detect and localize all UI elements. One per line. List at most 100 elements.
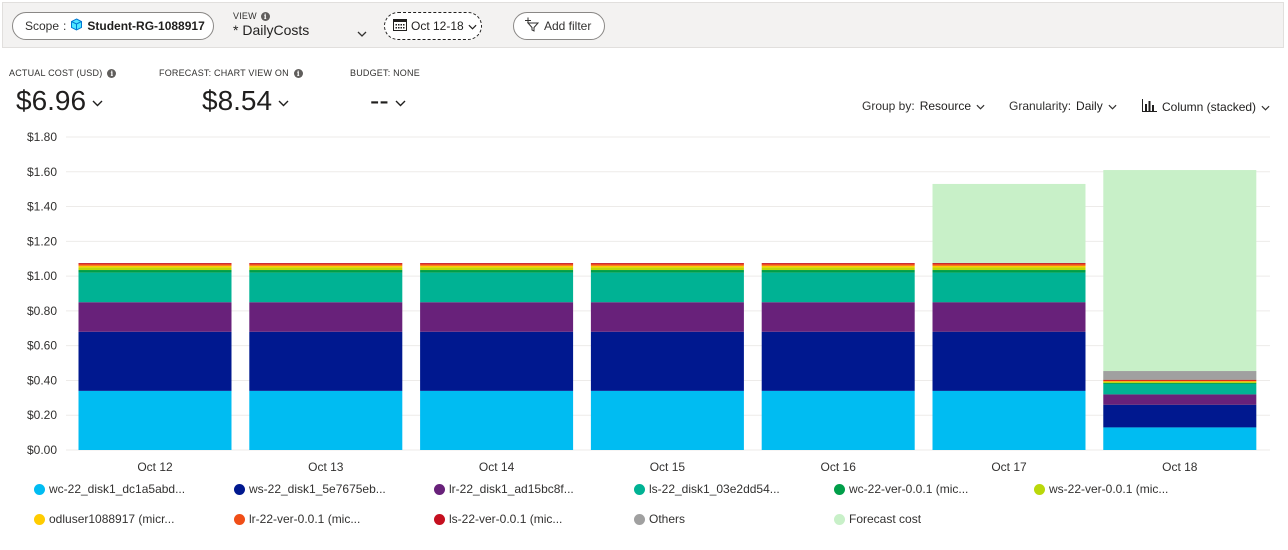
bar-segment[interactable] [78,267,232,271]
bar-segment[interactable] [932,265,1086,268]
bar-segment[interactable] [932,331,1086,391]
view-selector[interactable]: VIEW i * DailyCosts [233,11,369,43]
bar-segment[interactable] [1103,381,1257,382]
bar-segment[interactable] [590,390,744,450]
bar-segment[interactable] [420,267,574,271]
bar-segment[interactable] [78,331,232,391]
bar-segment[interactable] [590,270,744,273]
info-icon: i [107,68,117,78]
kpi-label: FORECAST: CHART VIEW ON [159,68,289,78]
bar-segment[interactable] [1103,394,1257,405]
bar-segment[interactable] [78,272,232,303]
forecast-kpi[interactable]: FORECAST: CHART VIEW ON i $8.54 [159,68,303,117]
legend-swatch [34,483,45,495]
legend-item[interactable]: Forecast cost [834,512,921,526]
legend-item[interactable]: ws-22-ver-0.0.1 (mic... [1034,482,1168,496]
bar-segment[interactable] [1103,380,1257,382]
group-by-label: Group by: [862,99,915,113]
legend-item[interactable]: wc-22-ver-0.0.1 (mic... [834,482,968,496]
bar-segment[interactable] [249,272,403,303]
legend-item[interactable]: ls-22_disk1_03e2dd54... [634,482,780,496]
legend-item[interactable]: odluser1088917 (micr... [34,512,174,526]
bar-segment[interactable] [249,331,403,391]
scope-picker[interactable]: Scope : Student-RG-1088917 [12,12,214,40]
actual-cost-kpi[interactable]: ACTUAL COST (USD) i $6.96 [9,68,117,117]
bar-segment[interactable] [420,263,574,266]
bar-segment[interactable] [761,331,915,391]
bar-segment[interactable] [590,302,744,332]
bar-segment[interactable] [78,390,232,450]
bar-segment[interactable] [590,265,744,268]
legend-label: wc-22-ver-0.0.1 (mic... [849,482,969,496]
info-icon: i [293,68,303,78]
bar-segment[interactable] [249,267,403,271]
x-tick-label: Oct 15 [650,460,686,474]
bar-segment[interactable] [249,263,403,266]
bar-segment[interactable] [590,263,744,266]
granularity-dropdown[interactable]: Granularity: Daily [1009,99,1117,113]
bar-segment[interactable] [761,265,915,268]
x-tick-label: Oct 13 [308,460,344,474]
chart-type-dropdown[interactable]: Column (stacked) [1142,99,1270,115]
bar-segment[interactable] [761,270,915,273]
bar-segment[interactable] [761,272,915,303]
legend-swatch [234,513,245,525]
bar-segment[interactable] [78,302,232,332]
legend-label: Forecast cost [849,512,922,526]
bar-segment[interactable] [1103,427,1257,450]
bar-segment[interactable] [78,263,232,264]
bar-segment[interactable] [932,267,1086,271]
budget-kpi[interactable]: BUDGET: NONE -- [350,68,420,117]
legend-item[interactable]: Others [634,512,685,526]
group-by-dropdown[interactable]: Group by: Resource [862,99,985,113]
bar-segment[interactable] [249,265,403,268]
bar-segment[interactable] [932,302,1086,332]
bar-segment[interactable] [932,270,1086,273]
bar-segment[interactable] [590,331,744,391]
bar-segment[interactable] [420,263,574,264]
legend-item[interactable]: ws-22_disk1_5e7675eb... [234,482,386,496]
chevron-down-icon [395,82,406,114]
bar-segment[interactable] [761,302,915,332]
bar-segment[interactable] [420,272,574,303]
bar-segment[interactable] [249,302,403,332]
bar-segment[interactable] [590,267,744,271]
bar-segment[interactable] [78,265,232,268]
cost-chart[interactable]: $0.00 $0.20 $0.40 $0.60 $0.80 $1.00 $1.20 $1.40… [0,125,1288,485]
bar-segment[interactable] [761,390,915,450]
bar-segment[interactable] [249,263,403,264]
bar-segment[interactable] [420,265,574,268]
legend-item[interactable]: wc-22_disk1_dc1a5abd... [34,482,185,496]
bar-segment[interactable] [1103,404,1257,428]
bar-segment[interactable] [420,302,574,332]
bar-segment[interactable] [78,270,232,273]
bar-segment[interactable] [761,263,915,264]
bar-segment[interactable] [590,272,744,303]
date-range-picker[interactable]: Oct 12-18 [384,12,482,40]
bar-segment[interactable] [1103,379,1257,381]
legend-label: ws-22-ver-0.0.1 (mic... [1049,482,1169,496]
bar-segment[interactable] [932,272,1086,303]
bar-segment[interactable] [249,270,403,273]
chevron-down-icon [1108,99,1117,113]
bar-segment[interactable] [590,263,744,264]
bar-segment[interactable] [420,331,574,391]
bar-segment[interactable] [932,263,1086,264]
bar-segment[interactable] [1103,371,1257,380]
bar-segment[interactable] [78,263,232,266]
bar-segment[interactable] [932,263,1086,266]
bar-segment[interactable] [249,390,403,450]
bar-segment[interactable] [1103,383,1257,395]
bar-segment[interactable] [1103,382,1257,384]
bar-segment[interactable] [420,390,574,450]
bar-segment[interactable] [420,270,574,273]
legend-item[interactable]: ls-22-ver-0.0.1 (mic... [434,512,562,526]
bar-segment[interactable] [761,267,915,271]
bar-segment[interactable] [761,263,915,266]
granularity-label: Granularity: [1009,99,1072,113]
legend-item[interactable]: lr-22_disk1_ad15bc8f... [434,482,574,496]
add-filter-button[interactable]: Add filter [513,12,605,40]
bar-segment[interactable] [1103,381,1257,383]
bar-segment[interactable] [932,390,1086,450]
legend-item[interactable]: lr-22-ver-0.0.1 (mic... [234,512,360,526]
